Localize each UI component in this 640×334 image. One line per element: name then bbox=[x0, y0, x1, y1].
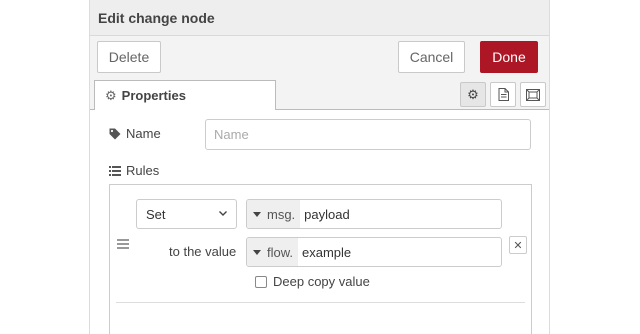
rules-label-row: Rules bbox=[109, 163, 159, 178]
deep-copy-option[interactable]: Deep copy value bbox=[255, 274, 370, 289]
dialog-toolbar: Delete Cancel Done bbox=[90, 36, 549, 78]
to-value-label: to the value bbox=[169, 244, 237, 259]
cancel-button[interactable]: Cancel bbox=[398, 41, 465, 73]
rule-target-input[interactable]: msg. payload bbox=[246, 199, 502, 229]
tab-settings-button[interactable]: ⚙ bbox=[460, 82, 486, 107]
target-type-dropdown[interactable]: msg. bbox=[247, 200, 301, 228]
gear-icon: ⚙ bbox=[105, 87, 117, 103]
source-type-label: flow. bbox=[267, 244, 294, 260]
rule-source-input[interactable]: flow. example bbox=[246, 237, 502, 267]
source-type-dropdown[interactable]: flow. bbox=[247, 238, 299, 266]
edit-node-dialog: Edit change node Delete Cancel Done ⚙ Pr… bbox=[89, 0, 550, 334]
name-label: Name bbox=[126, 126, 161, 141]
tab-appearance-button[interactable] bbox=[520, 82, 546, 107]
rule-action-select[interactable]: Set bbox=[136, 199, 237, 229]
tab-bar: ⚙ Properties ⚙ bbox=[90, 78, 549, 111]
rule-action-value: Set bbox=[146, 206, 166, 222]
done-button[interactable]: Done bbox=[480, 41, 538, 73]
close-icon: ✕ bbox=[513, 239, 523, 252]
properties-content: Name Rules bbox=[90, 110, 549, 334]
source-value: example bbox=[302, 244, 352, 260]
caret-down-icon bbox=[253, 249, 261, 255]
caret-down-icon bbox=[253, 211, 261, 217]
page: Edit change node Delete Cancel Done ⚙ Pr… bbox=[0, 0, 640, 334]
deep-copy-checkbox[interactable] bbox=[255, 275, 267, 288]
dialog-header: Edit change node bbox=[90, 0, 549, 36]
target-value: payload bbox=[304, 206, 350, 222]
tab-properties[interactable]: ⚙ Properties bbox=[94, 80, 276, 111]
delete-button[interactable]: Delete bbox=[97, 41, 161, 73]
tag-icon bbox=[109, 128, 121, 140]
tab-properties-label: Properties bbox=[121, 88, 186, 103]
name-input[interactable] bbox=[205, 119, 531, 150]
gear-icon: ⚙ bbox=[467, 86, 479, 102]
chevron-down-icon bbox=[219, 211, 227, 216]
rules-label: Rules bbox=[126, 163, 160, 178]
rule-divider bbox=[116, 302, 525, 303]
tab-description-button[interactable] bbox=[490, 82, 516, 107]
rules-list: Set msg. payload to the value flow. exam… bbox=[109, 184, 532, 334]
drag-handle-icon[interactable] bbox=[117, 239, 129, 249]
dialog-title: Edit change node bbox=[98, 10, 215, 26]
frame-icon bbox=[526, 88, 540, 101]
target-type-label: msg. bbox=[267, 206, 296, 222]
remove-rule-button[interactable]: ✕ bbox=[509, 236, 527, 254]
name-label-row: Name bbox=[109, 126, 161, 141]
deep-copy-label: Deep copy value bbox=[273, 274, 370, 289]
list-icon bbox=[109, 165, 121, 176]
file-icon bbox=[498, 88, 509, 101]
